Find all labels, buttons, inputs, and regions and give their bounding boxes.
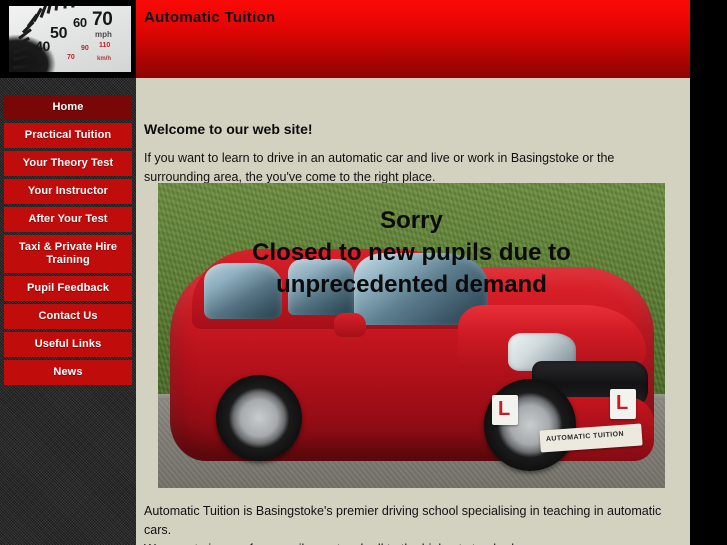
speedo-kmh-110: 110 <box>99 42 111 49</box>
l-plate-right: L <box>610 389 636 419</box>
body-paragraph: Automatic Tuition is Basingstoke's premi… <box>144 504 662 537</box>
body-paragraph: We or not air any of our pupils, we teac… <box>144 540 682 545</box>
wing-mirror <box>334 313 366 337</box>
main-content: Welcome to our web site! If you want to … <box>136 78 690 545</box>
sidebar-item-taxi-private-hire-training[interactable]: Taxi & Private Hire Training <box>4 235 132 273</box>
sidebar-item-pupil-feedback[interactable]: Pupil Feedback <box>4 276 132 301</box>
sidebar-item-practical-tuition[interactable]: Practical Tuition <box>4 123 132 148</box>
speedo-kmh-90: 90 <box>81 45 89 52</box>
number-plate-text: AUTOMATIC TUITION <box>545 430 625 444</box>
welcome-heading: Welcome to our web site! <box>144 121 313 138</box>
sidebar: Home Practical Tuition Your Theory Test You… <box>0 78 136 545</box>
header-banner: Automatic Tuition <box>136 0 690 78</box>
page-title: Automatic Tuition <box>144 9 276 26</box>
speedo-kmh-70: 70 <box>67 54 75 61</box>
page-root: 30 40 50 60 70 mph 70 90 110 km/h Automa… <box>0 0 727 545</box>
sidebar-item-contact-us[interactable]: Contact Us <box>4 304 132 329</box>
driving-school-car-photo: L L AUTOMATIC TUITION Sorry Closed to new… <box>158 183 665 488</box>
sidebar-item-news[interactable]: News <box>4 360 132 385</box>
speedo-number-30: 30 <box>21 54 38 71</box>
l-plate-letter: L <box>498 398 511 420</box>
front-wheel <box>484 379 576 471</box>
speedo-unit-mph: mph <box>95 30 112 39</box>
main-navigation: Home Practical Tuition Your Theory Test You… <box>4 95 132 388</box>
lower-text-block: Automatic Tuition is Basingstoke's premi… <box>144 502 682 545</box>
speedo-unit-kmh: km/h <box>97 56 112 62</box>
logo-container[interactable]: 30 40 50 60 70 mph 70 90 110 km/h <box>0 0 136 78</box>
intro-paragraph: If you want to learn to drive in an auto… <box>144 150 615 184</box>
sidebar-item-after-your-test[interactable]: After Your Test <box>4 207 132 232</box>
sidebar-item-home[interactable]: Home <box>4 95 132 120</box>
speedo-number-50: 50 <box>50 25 68 42</box>
site-header: 30 40 50 60 70 mph 70 90 110 km/h Automa… <box>0 0 690 78</box>
sidebar-item-your-theory-test[interactable]: Your Theory Test <box>4 151 132 176</box>
speedo-number-40: 40 <box>35 38 50 54</box>
rear-wheel <box>216 375 302 461</box>
sidebar-item-useful-links[interactable]: Useful Links <box>4 332 132 357</box>
sidebar-item-your-instructor[interactable]: Your Instructor <box>4 179 132 204</box>
speedometer-icon: 30 40 50 60 70 mph 70 90 110 km/h <box>9 6 131 72</box>
side-window <box>288 259 354 315</box>
l-plate-letter: L <box>616 392 629 414</box>
l-plate-left: L <box>492 395 518 425</box>
speedo-number-70: 70 <box>92 9 113 30</box>
rear-window <box>204 263 282 319</box>
speedo-number-60: 60 <box>73 15 87 30</box>
